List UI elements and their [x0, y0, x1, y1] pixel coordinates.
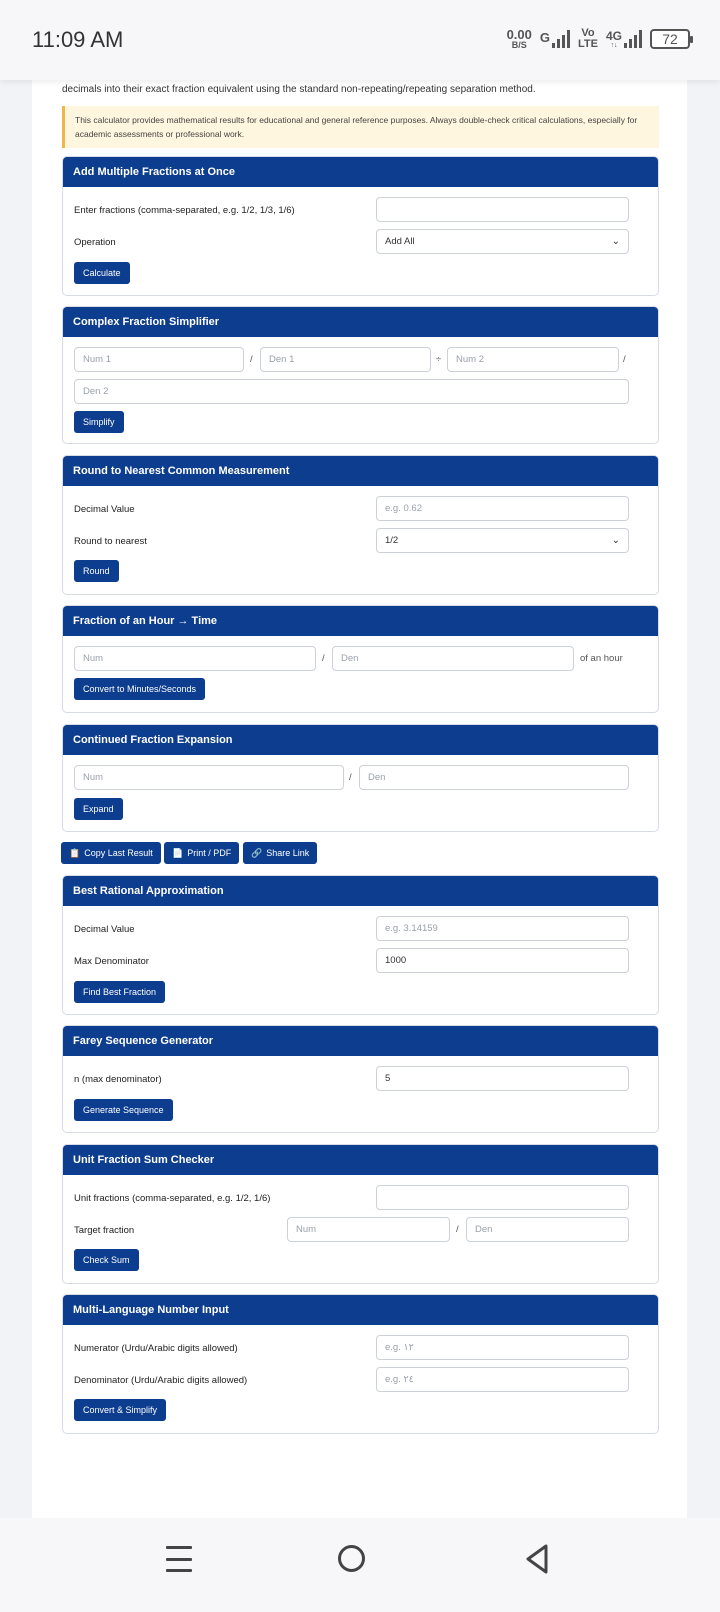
link-icon: 🔗: [251, 847, 263, 858]
operation-select[interactable]: Add All ⌄: [376, 229, 629, 254]
card-title: Round to Nearest Common Measurement: [63, 456, 658, 486]
of-an-hour-text: of an hour: [580, 653, 623, 664]
card-title: Complex Fraction Simplifier: [63, 307, 658, 337]
add-multiple-card: Add Multiple Fractions at Once Enter fra…: [62, 156, 659, 296]
unit-fractions-input[interactable]: [376, 1185, 629, 1210]
max-denominator-label: Max Denominator: [74, 956, 149, 967]
hour-den-input[interactable]: [332, 646, 574, 671]
decimal-label: Decimal Value: [74, 504, 135, 515]
round-card: Round to Nearest Common Measurement Deci…: [62, 455, 659, 595]
decimal-label: Decimal Value: [74, 924, 135, 935]
operation-label: Operation: [74, 237, 116, 248]
num2-input[interactable]: [447, 347, 619, 372]
cf-den-input[interactable]: [359, 765, 629, 790]
den1-input[interactable]: [260, 347, 431, 372]
slash-separator: /: [349, 772, 352, 783]
hour-num-input[interactable]: [74, 646, 316, 671]
chevron-down-icon: ⌄: [611, 236, 620, 247]
signal-4g-icon: 4G ↑↓: [606, 29, 642, 49]
status-icons: 0.00 B/S G Vo LTE 4G ↑↓ 72: [506, 24, 693, 54]
card-title: Fraction of an Hour → Time: [63, 606, 658, 636]
card-title: Farey Sequence Generator: [63, 1026, 658, 1056]
check-sum-button[interactable]: Check Sum: [74, 1249, 139, 1271]
target-num-input[interactable]: [287, 1217, 450, 1242]
battery-icon: 72: [650, 29, 693, 49]
slash-separator: /: [623, 354, 626, 365]
multilang-num-input[interactable]: [376, 1335, 629, 1360]
round-button[interactable]: Round: [74, 560, 119, 582]
print-pdf-button[interactable]: 📄 Print / PDF: [164, 842, 240, 864]
complex-fraction-card: Complex Fraction Simplifier / ÷ / Simpli…: [62, 306, 659, 444]
status-time: 11:09 AM: [32, 27, 124, 52]
copy-result-button[interactable]: 📋 Copy Last Result: [61, 842, 161, 864]
card-title: Best Rational Approximation: [63, 876, 658, 906]
clipboard-icon: 📋: [69, 847, 81, 858]
slash-separator: /: [322, 653, 325, 664]
decimal-input[interactable]: [376, 496, 629, 521]
convert-time-button[interactable]: Convert to Minutes/Seconds: [74, 678, 206, 700]
denominator-label: Denominator (Urdu/Arabic digits allowed): [74, 1375, 248, 1386]
network-speed: 0.00 B/S: [506, 27, 532, 50]
page-content: decimals into their exact fraction equiv…: [32, 78, 687, 1518]
home-icon[interactable]: [338, 1545, 365, 1572]
cf-num-input[interactable]: [74, 765, 344, 790]
unit-fractions-label: Unit fractions (comma-separated, e.g. 1/…: [74, 1193, 271, 1204]
fraction-hour-card: Fraction of an Hour → Time / of an hour …: [62, 605, 659, 713]
best-decimal-input[interactable]: [376, 916, 629, 941]
slash-separator: /: [250, 354, 253, 365]
unit-fraction-card: Unit Fraction Sum Checker Unit fractions…: [62, 1144, 659, 1284]
signal-g-icon: G: [540, 30, 571, 48]
best-approximation-card: Best Rational Approximation Decimal Valu…: [62, 875, 659, 1015]
multi-language-card: Multi-Language Number Input Numerator (U…: [62, 1294, 659, 1434]
den2-input[interactable]: [74, 379, 629, 404]
slash-separator: /: [456, 1224, 459, 1235]
chevron-down-icon: ⌄: [611, 535, 620, 546]
max-denominator-input[interactable]: [376, 948, 629, 973]
round-nearest-label: Round to nearest: [74, 536, 147, 547]
calculate-button[interactable]: Calculate: [74, 262, 130, 284]
simplify-button[interactable]: Simplify: [74, 411, 124, 433]
recents-icon[interactable]: [166, 1546, 192, 1572]
generate-sequence-button[interactable]: Generate Sequence: [74, 1099, 173, 1121]
farey-n-label: n (max denominator): [74, 1074, 162, 1085]
round-nearest-select[interactable]: 1/2 ⌄: [376, 528, 629, 553]
intro-text: decimals into their exact fraction equiv…: [62, 84, 536, 95]
status-bar: 11:09 AM 0.00 B/S G Vo LTE 4G ↑↓ 72: [0, 0, 720, 80]
find-best-button[interactable]: Find Best Fraction: [74, 981, 166, 1003]
card-title: Unit Fraction Sum Checker: [63, 1145, 658, 1175]
volte-icon: Vo LTE: [578, 27, 598, 50]
card-title: Continued Fraction Expansion: [63, 725, 658, 755]
share-link-button[interactable]: 🔗 Share Link: [243, 842, 318, 864]
convert-simplify-button[interactable]: Convert & Simplify: [74, 1399, 167, 1421]
multilang-den-input[interactable]: [376, 1367, 629, 1392]
back-icon[interactable]: [524, 1543, 550, 1575]
divide-separator: ÷: [436, 354, 442, 365]
fractions-input[interactable]: [376, 197, 629, 222]
expand-button[interactable]: Expand: [74, 798, 123, 820]
fractions-label: Enter fractions (comma-separated, e.g. 1…: [74, 205, 295, 216]
navigation-bar: [0, 1518, 720, 1612]
document-icon: 📄: [172, 847, 184, 858]
farey-card: Farey Sequence Generator n (max denomina…: [62, 1025, 659, 1133]
card-title: Multi-Language Number Input: [63, 1295, 658, 1325]
target-fraction-label: Target fraction: [74, 1225, 135, 1236]
continued-fraction-card: Continued Fraction Expansion / Expand: [62, 724, 659, 832]
card-title: Add Multiple Fractions at Once: [63, 157, 658, 187]
numerator-label: Numerator (Urdu/Arabic digits allowed): [74, 1343, 238, 1354]
num1-input[interactable]: [74, 347, 244, 372]
farey-n-input[interactable]: [376, 1066, 629, 1091]
target-den-input[interactable]: [466, 1217, 629, 1242]
disclaimer-notice: This calculator provides mathematical re…: [62, 106, 659, 148]
